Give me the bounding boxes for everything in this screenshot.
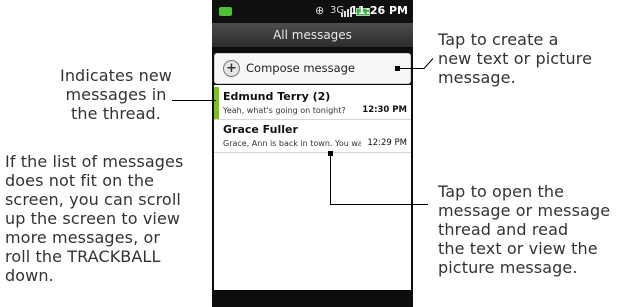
- callout-line: screen, you can scroll: [5, 190, 181, 209]
- callout-line: picture message.: [438, 258, 578, 277]
- thread-time: 12:29 PM: [367, 138, 407, 148]
- callout-line: down.: [5, 266, 54, 285]
- callout-line: more messages, or: [5, 228, 161, 247]
- callout-line: message or message: [438, 201, 611, 220]
- callout-line: Tap to create a: [438, 30, 559, 49]
- callout-open: Tap to open the message or message threa…: [438, 182, 610, 277]
- message-thread-grace-fuller[interactable]: Grace Fuller Grace, Ann is back in town.…: [214, 120, 411, 153]
- message-thread-edmund-terry[interactable]: Edmund Terry (2) Yeah, what's going on t…: [214, 87, 411, 120]
- callout-scroll: If the list of messages does not fit on …: [5, 152, 210, 285]
- callout-line: the text or view the: [438, 239, 598, 258]
- callout-line: messages in: [65, 85, 167, 104]
- phone-bottom-edge: [212, 290, 413, 307]
- callout-line: thread and read: [438, 220, 569, 239]
- gps-icon: ⊕: [315, 4, 325, 17]
- callout-line: If the list of messages: [5, 152, 184, 171]
- unread-indicator: [214, 87, 219, 119]
- callout-new-messages: Indicates new messages in the thread.: [52, 66, 180, 123]
- callout-line: does not fit on the: [5, 171, 155, 190]
- app-notification-icon: [219, 7, 232, 16]
- thread-sender: Edmund Terry (2): [223, 90, 331, 103]
- status-time: 11:26 PM: [350, 4, 408, 17]
- callout-line: Indicates new: [60, 66, 172, 85]
- compose-message-label: Compose message: [246, 61, 356, 75]
- callout-line: message.: [438, 68, 516, 87]
- add-icon: +: [223, 60, 240, 77]
- thread-snippet: Grace, Ann is back in town. You wan: [223, 139, 361, 148]
- callout-compose: Tap to create a new text or picture mess…: [438, 30, 592, 87]
- page-title: All messages: [212, 23, 413, 47]
- status-bar: ⊕ 3G 11:26 PM: [212, 0, 413, 23]
- thread-time: 12:30 PM: [362, 105, 407, 115]
- thread-sender: Grace Fuller: [223, 123, 298, 136]
- message-thread-list[interactable]: Edmund Terry (2) Yeah, what's going on t…: [214, 85, 411, 290]
- thread-snippet: Yeah, what's going on tonight?: [223, 106, 346, 115]
- callout-line: up the screen to view: [5, 209, 181, 228]
- callout-line: the thread.: [71, 104, 161, 123]
- callout-line: roll the TRACKBALL: [5, 247, 161, 266]
- callout-line: new text or picture: [438, 49, 593, 68]
- compose-message-button[interactable]: + Compose message: [214, 53, 411, 84]
- callout-line: Tap to open the: [438, 182, 565, 201]
